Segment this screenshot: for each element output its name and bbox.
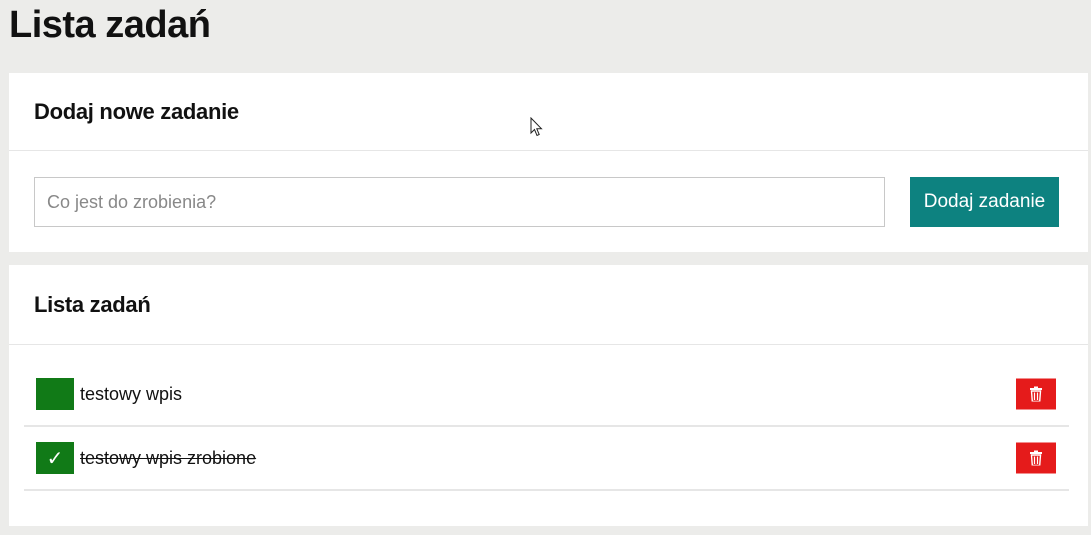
task-item: testowy wpis — [24, 363, 1069, 427]
delete-task-button[interactable] — [1016, 378, 1056, 410]
trash-icon — [1030, 450, 1042, 466]
add-task-panel-header: Dodaj nowe zadanie — [9, 73, 1088, 151]
delete-task-button[interactable] — [1016, 442, 1056, 474]
task-text: testowy wpis zrobione — [80, 447, 257, 468]
add-task-panel: Dodaj nowe zadanie Dodaj zadanie — [9, 73, 1088, 252]
add-task-heading: Dodaj nowe zadanie — [34, 98, 239, 124]
task-list-panel-header: Lista zadań — [9, 265, 1088, 345]
checkbox-icon[interactable] — [36, 378, 74, 410]
task-text: testowy wpis — [80, 383, 183, 404]
task-list-panel: Lista zadań testowy wpis ✓ testowy wpis … — [9, 265, 1088, 526]
mouse-cursor-icon — [530, 117, 543, 137]
task-list: testowy wpis ✓ testowy wpis zrobione — [24, 363, 1069, 491]
new-task-input[interactable] — [34, 177, 885, 227]
add-task-form: Dodaj zadanie — [34, 177, 1059, 227]
task-list-heading: Lista zadań — [34, 291, 151, 317]
page-title: Lista zadań — [9, 4, 211, 46]
checkbox-icon[interactable]: ✓ — [36, 442, 74, 474]
trash-icon — [1030, 386, 1042, 402]
add-task-button[interactable]: Dodaj zadanie — [910, 177, 1059, 227]
task-item: ✓ testowy wpis zrobione — [24, 427, 1069, 491]
